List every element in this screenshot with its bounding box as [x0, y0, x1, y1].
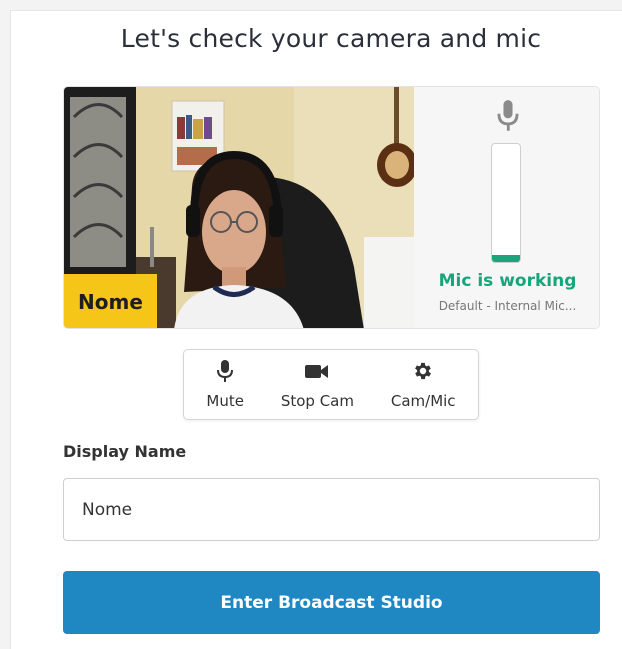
mic-status-text: Mic is working	[438, 271, 577, 291]
stop-cam-button[interactable]: Stop Cam	[281, 360, 354, 410]
mic-level-fill	[492, 254, 520, 262]
camera-preview: Nome	[64, 87, 414, 328]
display-name-label: Display Name	[63, 442, 187, 461]
mic-level-meter	[491, 143, 521, 263]
page-title: Let's check your camera and mic	[120, 24, 542, 53]
cam-mic-settings-button[interactable]: Cam/Mic	[391, 360, 456, 410]
display-name-input[interactable]	[63, 478, 600, 541]
microphone-icon	[497, 100, 519, 131]
mic-device-name: Default - Internal Mic...	[438, 299, 577, 313]
media-controls: Mute Stop Cam Cam/Mic	[183, 349, 479, 420]
mute-label: Mute	[206, 391, 244, 410]
mute-button[interactable]: Mute	[206, 359, 244, 410]
video-camera-icon	[305, 364, 329, 378]
camera-name-tag: Nome	[64, 274, 157, 328]
enter-broadcast-studio-button[interactable]: Enter Broadcast Studio	[63, 571, 600, 634]
stop-cam-label: Stop Cam	[280, 391, 354, 410]
mic-check-panel: Mic is working Default - Internal Mic...	[414, 87, 599, 328]
microphone-icon	[217, 359, 234, 382]
gear-icon	[415, 362, 432, 379]
cam-mic-label: Cam/Mic	[390, 391, 456, 410]
media-preview: Nome Mic is working Default - Internal M…	[63, 86, 600, 329]
